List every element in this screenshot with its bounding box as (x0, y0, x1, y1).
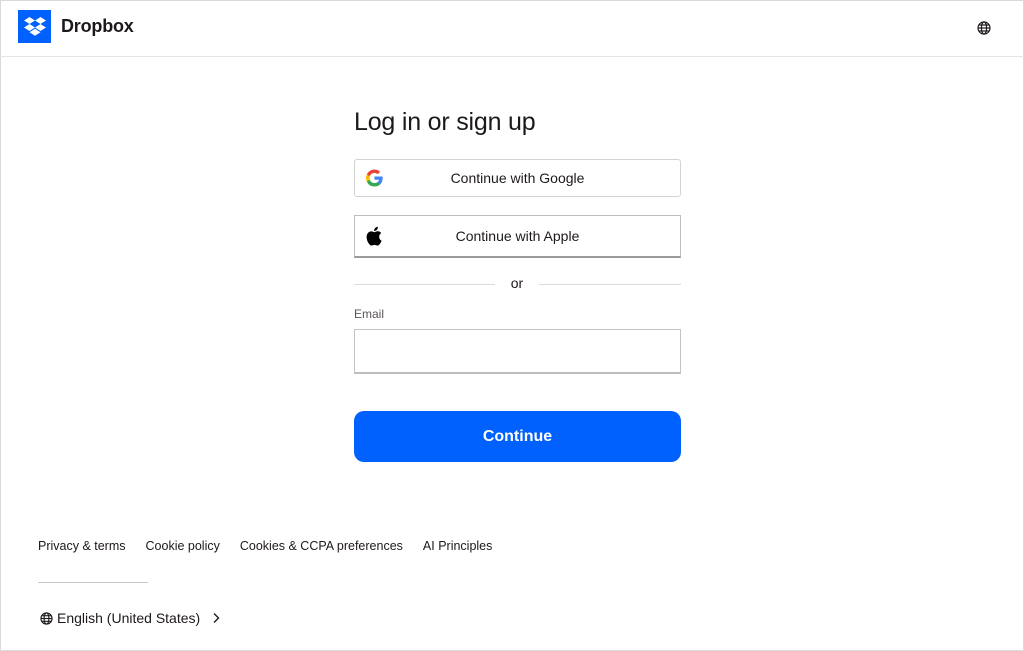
top-bar: Dropbox (0, 0, 1024, 57)
brand-name[interactable]: Dropbox (61, 16, 134, 37)
language-selector[interactable]: English (United States) (40, 610, 220, 626)
continue-with-apple-button[interactable]: Continue with Apple (354, 215, 681, 258)
google-button-label: Continue with Google (450, 170, 585, 186)
footer-links: Privacy & terms Cookie policy Cookies & … (38, 539, 512, 553)
page-title: Log in or sign up (354, 108, 536, 136)
chevron-right-icon (212, 612, 220, 624)
divider-line-right (539, 284, 681, 285)
privacy-terms-link[interactable]: Privacy & terms (38, 539, 126, 553)
page-frame (0, 0, 1024, 651)
divider-or-text: or (510, 275, 524, 291)
cookies-ccpa-preferences-link[interactable]: Cookies & CCPA preferences (240, 539, 403, 553)
globe-icon (40, 611, 53, 625)
continue-button[interactable]: Continue (354, 411, 681, 462)
dropbox-logo-icon[interactable] (18, 10, 51, 43)
apple-icon (366, 226, 382, 246)
email-label: Email (354, 307, 385, 321)
divider-line-left (354, 284, 495, 285)
cookie-policy-link[interactable]: Cookie policy (146, 539, 220, 553)
continue-with-google-button[interactable]: Continue with Google (354, 159, 681, 197)
ai-principles-link[interactable]: AI Principles (423, 539, 492, 553)
google-icon (366, 169, 383, 187)
globe-icon[interactable] (974, 18, 994, 38)
email-field[interactable] (354, 329, 681, 374)
footer-divider (38, 582, 148, 583)
apple-button-label: Continue with Apple (455, 228, 580, 244)
language-label: English (United States) (57, 610, 201, 626)
